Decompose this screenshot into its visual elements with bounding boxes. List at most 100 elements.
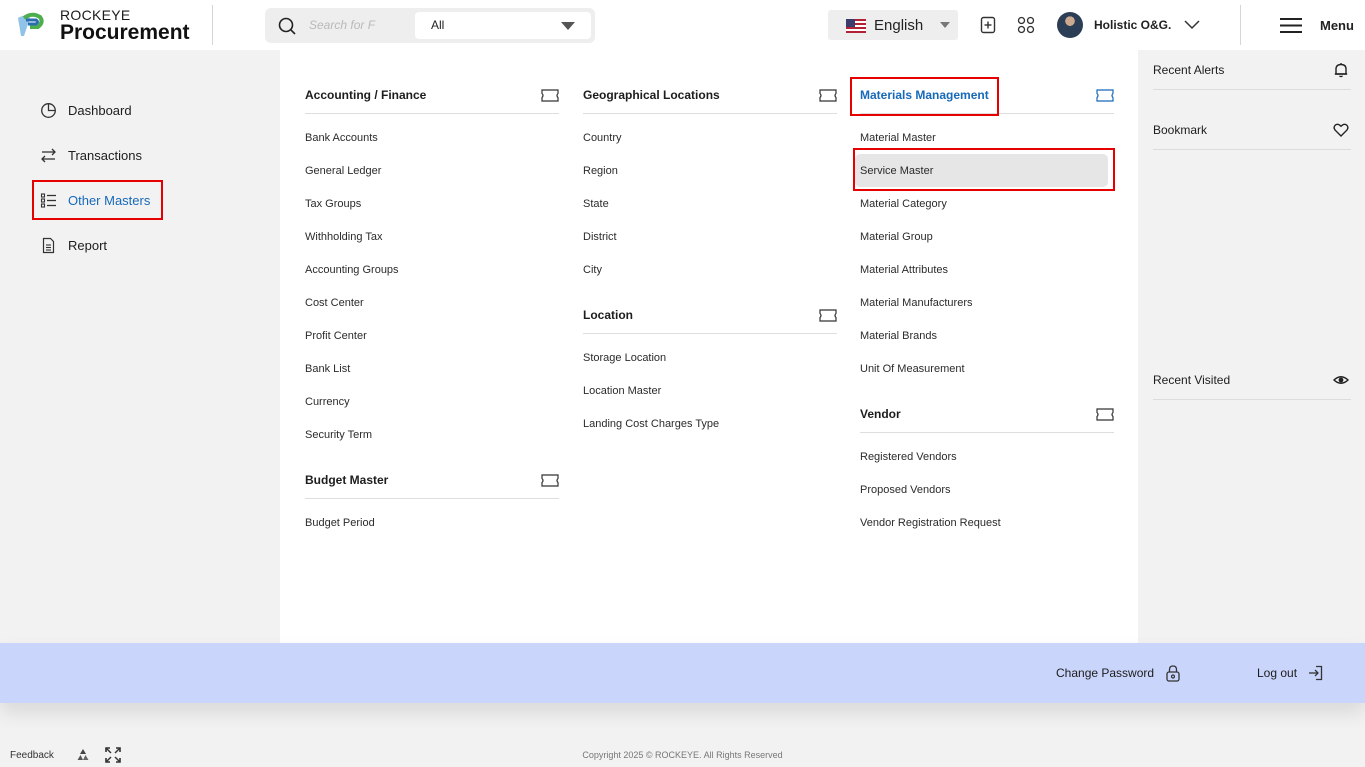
search-icon[interactable] — [277, 16, 297, 36]
sidebar-item-dashboard[interactable]: Dashboard — [40, 98, 132, 122]
menu-link-material-category[interactable]: Material Category — [860, 198, 947, 210]
menu-link-proposed-vendors[interactable]: Proposed Vendors — [860, 484, 951, 496]
pie-chart-icon — [41, 102, 56, 118]
us-flag-icon — [846, 19, 866, 33]
section-header-materials: Materials Management — [860, 80, 1114, 114]
list-icon — [40, 192, 56, 208]
menu-link-district[interactable]: District — [583, 231, 617, 243]
logout-icon — [1309, 665, 1323, 681]
menu-link-bank-list[interactable]: Bank List — [305, 363, 350, 375]
sidebar-item-label: Other Masters — [68, 192, 151, 208]
menu-label[interactable]: Menu — [1320, 18, 1354, 33]
menu-link-currency[interactable]: Currency — [305, 396, 350, 408]
hamburger-menu-icon[interactable] — [1280, 17, 1302, 34]
recent-alerts-label: Recent Alerts — [1153, 63, 1225, 77]
recent-alerts-header[interactable]: Recent Alerts — [1153, 50, 1351, 90]
swap-arrows-icon — [41, 148, 56, 162]
global-search: All — [265, 8, 595, 43]
log-out-label: Log out — [1257, 666, 1298, 680]
menu-link-bank-accounts[interactable]: Bank Accounts — [305, 132, 378, 144]
sidebar-item-label: Report — [68, 237, 108, 253]
section-title-vendor[interactable]: Vendor — [860, 407, 901, 421]
ticket-icon[interactable] — [541, 89, 559, 102]
change-password-button[interactable]: Change Password — [1056, 664, 1182, 682]
copyright-text: Copyright 2025 © ROCKEYE. All Rights Res… — [582, 750, 783, 760]
bookmark-header[interactable]: Bookmark — [1153, 110, 1351, 150]
section-title-budget[interactable]: Budget Master — [305, 473, 388, 487]
menu-link-security-term[interactable]: Security Term — [305, 429, 372, 441]
recent-visited-label: Recent Visited — [1153, 373, 1231, 387]
menu-link-tax-groups[interactable]: Tax Groups — [305, 198, 361, 210]
menu-link-cost-center[interactable]: Cost Center — [305, 297, 364, 309]
header-divider — [212, 5, 213, 45]
eye-icon — [1333, 376, 1349, 384]
menu-link-material-attributes[interactable]: Material Attributes — [860, 264, 948, 276]
language-select[interactable]: English — [828, 10, 958, 40]
bookmark-label: Bookmark — [1153, 123, 1208, 137]
section-header-location: Location — [583, 300, 837, 334]
menu-link-state[interactable]: State — [583, 198, 609, 210]
ticket-icon[interactable] — [1096, 89, 1114, 102]
menu-link-city[interactable]: City — [583, 264, 602, 276]
heart-icon — [1333, 123, 1349, 137]
chevron-down-icon — [561, 22, 575, 30]
menu-link-vendor-registration-request[interactable]: Vendor Registration Request — [860, 517, 1001, 529]
menu-link-landing-cost-charges-type[interactable]: Landing Cost Charges Type — [583, 418, 719, 430]
brand-name-main: Procurement — [60, 21, 190, 44]
menu-link-material-master[interactable]: Material Master — [860, 132, 936, 144]
add-bookmark-icon[interactable] — [978, 15, 998, 35]
mega-menu-panel: Accounting / Finance Bank Accounts Gener… — [280, 50, 1138, 643]
apps-grid-icon[interactable] — [1016, 15, 1036, 35]
recent-visited-header[interactable]: Recent Visited — [1153, 360, 1351, 400]
menu-link-accounting-groups[interactable]: Accounting Groups — [305, 264, 399, 276]
menu-link-registered-vendors[interactable]: Registered Vendors — [860, 451, 957, 463]
menu-link-material-group[interactable]: Material Group — [860, 231, 933, 243]
menu-link-profit-center[interactable]: Profit Center — [305, 330, 367, 342]
sidebar-item-report[interactable]: Report — [40, 233, 107, 257]
section-title-accounting[interactable]: Accounting / Finance — [305, 88, 426, 102]
search-scope-select[interactable]: All — [415, 12, 591, 39]
sidebar-item-label: Dashboard — [68, 102, 132, 118]
menu-link-general-ledger[interactable]: General Ledger — [305, 165, 381, 177]
ticket-icon[interactable] — [1096, 408, 1114, 421]
menu-link-service-master[interactable]: Service Master — [860, 165, 933, 177]
bell-icon — [1334, 63, 1348, 78]
account-actions-bar: Change Password Log out — [0, 643, 1365, 703]
menu-link-region[interactable]: Region — [583, 165, 618, 177]
top-header: ROCKEYE Procurement All English — [0, 0, 1365, 50]
section-title-location[interactable]: Location — [583, 308, 633, 322]
ticket-icon[interactable] — [819, 309, 837, 322]
menu-link-withholding-tax[interactable]: Withholding Tax — [305, 231, 382, 243]
rockeye-logo[interactable] — [14, 12, 46, 38]
user-name[interactable]: Holistic O&G. — [1094, 18, 1171, 32]
lock-icon — [1166, 665, 1180, 682]
ticket-icon[interactable] — [541, 474, 559, 487]
sidebar-item-transactions[interactable]: Transactions — [40, 143, 142, 167]
menu-link-material-brands[interactable]: Material Brands — [860, 330, 937, 342]
header-divider — [1240, 5, 1241, 45]
sidebar-item-other-masters[interactable]: Other Masters — [40, 188, 150, 212]
section-header-accounting: Accounting / Finance — [305, 80, 559, 114]
menu-link-unit-of-measurement[interactable]: Unit Of Measurement — [860, 363, 965, 375]
section-header-geo: Geographical Locations — [583, 80, 837, 114]
section-header-budget: Budget Master — [305, 465, 559, 499]
sidebar-item-label: Transactions — [68, 147, 142, 163]
language-label: English — [874, 17, 924, 34]
change-password-label: Change Password — [1056, 666, 1155, 680]
search-input[interactable] — [309, 15, 377, 35]
section-title-geo[interactable]: Geographical Locations — [583, 88, 720, 102]
avatar[interactable] — [1057, 12, 1083, 38]
menu-link-material-manufacturers[interactable]: Material Manufacturers — [860, 297, 973, 309]
menu-link-country[interactable]: Country — [583, 132, 622, 144]
menu-link-budget-period[interactable]: Budget Period — [305, 517, 375, 529]
section-title-materials[interactable]: Materials Management — [860, 88, 989, 102]
menu-link-location-master[interactable]: Location Master — [583, 385, 661, 397]
chevron-down-icon — [940, 22, 950, 28]
document-icon — [42, 237, 55, 253]
ticket-icon[interactable] — [819, 89, 837, 102]
log-out-button[interactable]: Log out — [1257, 664, 1325, 682]
section-header-vendor: Vendor — [860, 399, 1114, 433]
search-scope-value: All — [431, 18, 445, 32]
chevron-down-icon[interactable] — [1183, 17, 1201, 31]
menu-link-storage-location[interactable]: Storage Location — [583, 352, 666, 364]
